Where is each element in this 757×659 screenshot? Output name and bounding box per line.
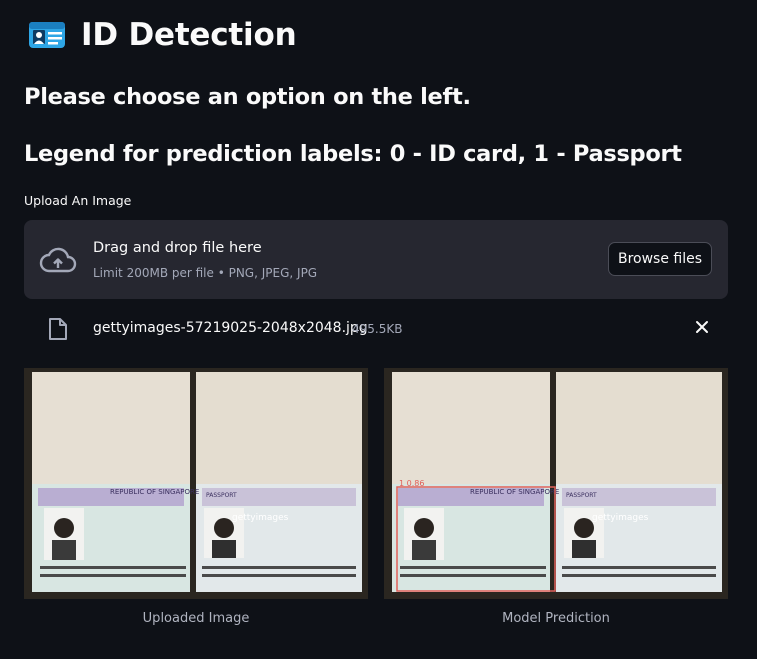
passport-photo-prediction: REPUBLIC OF SINGAPORE PASSPORT gettyimag…	[384, 368, 728, 599]
passport-label-text: PASSPORT	[206, 492, 237, 499]
passport-photo: REPUBLIC OF SINGAPORE PASSPORT gettyimag…	[24, 368, 368, 599]
file-name: gettyimages-57219025-2048x2048.jpg	[93, 320, 368, 336]
legend-heading: Legend for prediction labels: 0 - ID car…	[24, 141, 682, 167]
passport-label-text: PASSPORT	[566, 492, 597, 499]
watermark-text: gettyimages	[232, 513, 289, 523]
prediction-image-caption: Model Prediction	[502, 611, 610, 626]
uploaded-image-caption: Uploaded Image	[142, 611, 250, 626]
passport-header-text: REPUBLIC OF SINGAPORE	[470, 488, 559, 496]
browse-files-button[interactable]: Browse files	[608, 242, 712, 276]
uploaded-file-row: gettyimages-57219025-2048x2048.jpg 495.5…	[24, 312, 728, 346]
choose-option-heading: Please choose an option on the left.	[24, 84, 471, 110]
prediction-image: REPUBLIC OF SINGAPORE PASSPORT gettyimag…	[384, 368, 728, 599]
page-header: ID Detection	[28, 16, 297, 54]
file-icon	[49, 318, 67, 340]
uploaded-image: REPUBLIC OF SINGAPORE PASSPORT gettyimag…	[24, 368, 368, 599]
dropzone-title: Drag and drop file here	[93, 240, 262, 256]
close-icon[interactable]	[694, 319, 710, 335]
detection-box-label: 1 0.86	[399, 479, 424, 488]
cloud-upload-icon	[39, 247, 77, 273]
file-dropzone[interactable]: Drag and drop file here Limit 200MB per …	[24, 220, 728, 299]
uploader-label: Upload An Image	[24, 193, 132, 208]
id-card-icon	[29, 22, 65, 48]
file-size: 495.5KB	[352, 322, 403, 336]
passport-header-text: REPUBLIC OF SINGAPORE	[110, 488, 199, 496]
page-title: ID Detection	[81, 17, 297, 53]
dropzone-limit: Limit 200MB per file • PNG, JPEG, JPG	[93, 266, 318, 280]
watermark-text: gettyimages	[592, 513, 649, 523]
